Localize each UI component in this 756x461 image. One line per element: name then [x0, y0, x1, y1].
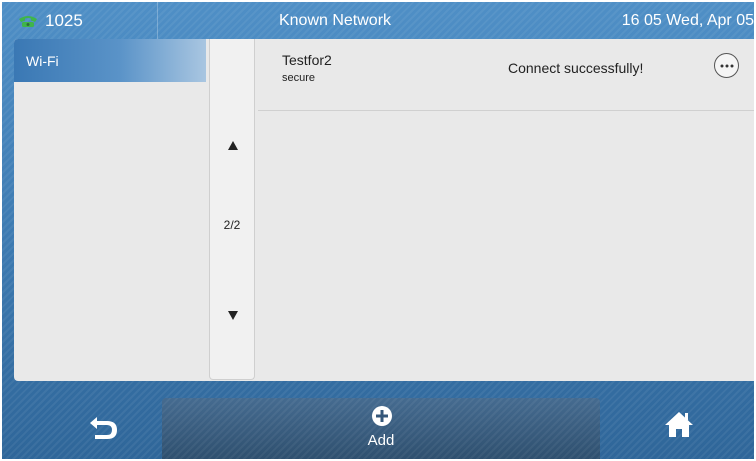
network-name: Testfor2	[282, 52, 332, 68]
sidebar-item-wifi[interactable]: Wi-Fi	[14, 39, 206, 82]
back-arrow-icon[interactable]	[87, 413, 121, 441]
connection-status: Connect successfully!	[508, 60, 644, 76]
softkey-bar: Add	[2, 381, 754, 459]
network-row[interactable]: Testfor2 secure Connect successfully!	[258, 39, 754, 111]
page-down-icon[interactable]	[228, 311, 238, 320]
home-icon[interactable]	[664, 410, 694, 438]
line-key[interactable]: 1025	[2, 2, 158, 39]
more-options-icon[interactable]	[714, 53, 739, 78]
scroll-column-top	[209, 39, 255, 67]
plus-circle-icon	[372, 406, 392, 426]
network-security: secure	[282, 72, 316, 84]
date-time: 16 05 Wed, Apr 05	[621, 11, 754, 29]
phone-handset-icon	[19, 15, 37, 27]
ellipsis-icon	[720, 64, 733, 67]
add-button[interactable]: Add	[162, 398, 600, 459]
pager-scrollbar[interactable]: 2/2	[209, 67, 255, 380]
sidebar-item-label: Wi-Fi	[26, 52, 59, 69]
page-up-icon[interactable]	[228, 141, 238, 150]
line-number: 1025	[45, 10, 83, 30]
status-bar: 1025 Known Network 16 05 Wed, Apr 05	[2, 2, 754, 39]
content-panel: Wi-Fi 2/2 Testfor2 secure Connect succes…	[14, 39, 754, 381]
phone-screen: 1025 Known Network 16 05 Wed, Apr 05 Wi-…	[2, 2, 754, 459]
add-label: Add	[367, 432, 395, 449]
page-title: Known Network	[278, 11, 392, 29]
page-indicator: 2/2	[223, 218, 241, 232]
